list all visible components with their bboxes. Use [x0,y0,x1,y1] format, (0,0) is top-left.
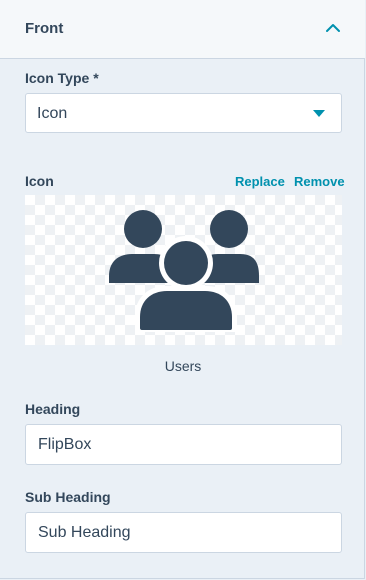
panel-header[interactable]: Front [0,0,365,59]
front-settings-panel: Front Icon Type * Icon Icon Replace Remo… [0,0,365,579]
remove-icon-link[interactable]: Remove [294,174,345,189]
icon-type-label: Icon Type * [25,70,99,86]
icon-preview[interactable] [25,195,342,345]
caret-down-icon [313,110,325,117]
sub-heading-label: Sub Heading [25,489,111,505]
replace-icon-link[interactable]: Replace [235,174,285,189]
sub-heading-input[interactable]: Sub Heading [25,512,342,553]
heading-label: Heading [25,401,81,417]
icon-label: Icon [25,173,54,189]
heading-input-value: FlipBox [38,436,92,453]
icon-type-select[interactable]: Icon [25,93,342,133]
panel-title: Front [25,20,64,37]
chevron-up-icon[interactable] [325,22,341,34]
heading-input[interactable]: FlipBox [25,424,342,465]
users-icon [109,210,259,332]
sub-heading-input-value: Sub Heading [38,524,131,541]
icon-name-caption: Users [164,358,202,374]
icon-type-selected-value: Icon [37,105,68,122]
